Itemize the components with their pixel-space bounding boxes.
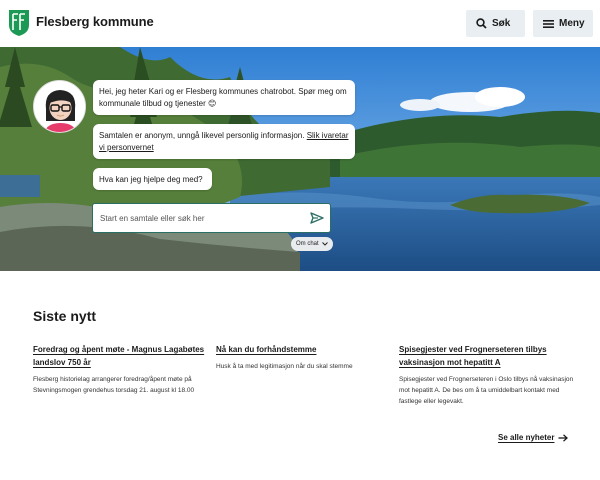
chat-question-bubble: Hva kan jeg hjelpe deg med? bbox=[93, 168, 212, 190]
menu-button[interactable]: Meny bbox=[533, 10, 593, 37]
about-chat-label: Om chat bbox=[296, 241, 319, 247]
chevron-down-icon bbox=[321, 242, 328, 246]
news-item: Nå kan du forhåndstemme Husk å ta med le… bbox=[216, 343, 391, 372]
news-item: Spisegjester ved Frognerseteren tilbys v… bbox=[399, 343, 574, 407]
news-headline-link[interactable]: Spisegjester ved Frognerseteren tilbys v… bbox=[399, 343, 574, 369]
hamburger-icon bbox=[543, 19, 554, 28]
news-summary: Husk å ta med legitimasjon når du skal s… bbox=[216, 363, 353, 370]
news-headline-link[interactable]: Foredrag og åpent møte - Magnus Lagabøte… bbox=[33, 343, 208, 369]
menu-button-label: Meny bbox=[559, 18, 585, 29]
send-icon[interactable] bbox=[310, 212, 324, 224]
chat-input[interactable] bbox=[100, 213, 300, 223]
see-all-news-label: Se alle nyheter bbox=[498, 433, 555, 442]
site-header: Flesberg kommune Søk Meny bbox=[0, 0, 600, 47]
chat-greeting-bubble: Hei, jeg heter Kari og er Flesberg kommu… bbox=[93, 80, 355, 115]
chat-greeting-text: Hei, jeg heter Kari og er Flesberg kommu… bbox=[99, 87, 347, 108]
news-summary: Flesberg historielag arrangerer foredrag… bbox=[33, 376, 195, 394]
search-icon bbox=[476, 18, 487, 29]
municipality-logo[interactable] bbox=[8, 9, 30, 37]
news-summary: Spisegjester ved Frognerseteren i Oslo t… bbox=[399, 376, 574, 405]
arrow-right-icon bbox=[558, 433, 569, 442]
see-all-news-link[interactable]: Se alle nyheter bbox=[498, 433, 569, 442]
chatbot-avatar bbox=[33, 80, 86, 133]
chatbot-kari-illustration bbox=[34, 81, 85, 132]
chat-privacy-text: Samtalen er anonym, unngå likevel person… bbox=[99, 131, 305, 140]
about-chat-button[interactable]: Om chat bbox=[291, 237, 333, 251]
chat-input-box[interactable] bbox=[92, 203, 331, 233]
site-name[interactable]: Flesberg kommune bbox=[36, 14, 154, 29]
hero-banner: Hei, jeg heter Kari og er Flesberg kommu… bbox=[0, 47, 600, 271]
chat-question-text: Hva kan jeg hjelpe deg med? bbox=[99, 175, 203, 184]
news-item: Foredrag og åpent møte - Magnus Lagabøte… bbox=[33, 343, 208, 396]
news-headline-link[interactable]: Nå kan du forhåndstemme bbox=[216, 343, 391, 356]
search-button-label: Søk bbox=[492, 18, 511, 29]
chat-privacy-bubble: Samtalen er anonym, unngå likevel person… bbox=[93, 124, 355, 159]
search-button[interactable]: Søk bbox=[466, 10, 525, 37]
news-section-title: Siste nytt bbox=[33, 308, 97, 324]
